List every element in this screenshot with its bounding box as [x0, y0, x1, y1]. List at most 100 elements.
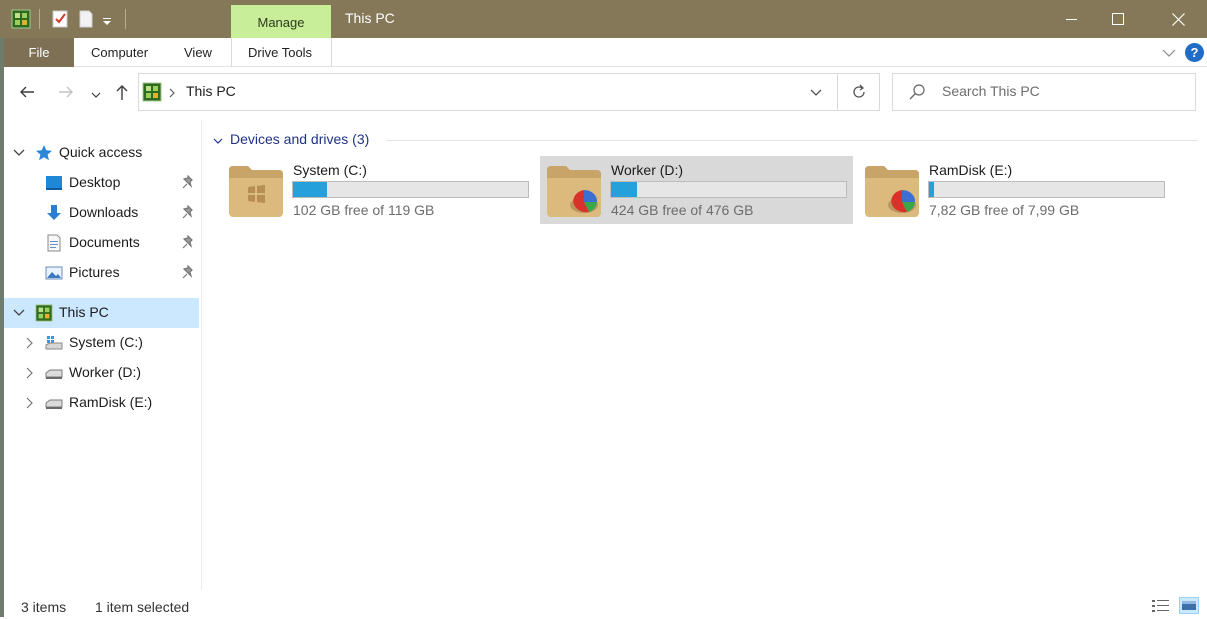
pin-icon[interactable] [181, 205, 195, 221]
properties-icon[interactable] [52, 10, 68, 28]
chevron-right-icon[interactable] [22, 396, 36, 410]
this-pc-icon [142, 82, 162, 102]
up-button[interactable] [112, 82, 132, 102]
back-arrow-icon [20, 86, 34, 98]
this-pc-app-icon[interactable] [11, 9, 31, 29]
desktop-icon [46, 176, 62, 190]
window-title: This PC [345, 10, 395, 26]
address-history-dropdown[interactable] [809, 86, 823, 98]
tab-manage[interactable]: Manage [231, 5, 331, 38]
drive-usage-bar [928, 181, 1165, 198]
details-view-icon [1152, 600, 1169, 612]
search-input[interactable] [892, 73, 1196, 111]
details-view-button[interactable] [1151, 598, 1171, 614]
chevron-right-icon[interactable] [22, 336, 36, 350]
nav-quick-access[interactable]: Quick access [4, 138, 199, 168]
drive-folder-pie-icon [547, 166, 601, 217]
nav-label: System (C:) [69, 334, 143, 350]
downloads-icon [47, 205, 61, 220]
refresh-icon [852, 84, 865, 98]
qat-separator [39, 9, 40, 29]
minimize-button[interactable] [1049, 0, 1095, 38]
tiles-view-icon [1182, 601, 1196, 610]
nav-label: Worker (D:) [69, 364, 142, 380]
chevron-right-icon[interactable] [22, 366, 36, 380]
search-placeholder: Search This PC [942, 83, 1040, 99]
group-divider [386, 140, 1198, 141]
new-folder-icon[interactable] [79, 10, 93, 28]
qat-dropdown-icon[interactable] [102, 14, 112, 25]
documents-icon [47, 234, 61, 252]
drive-usage-fill [929, 182, 934, 197]
group-collapse-icon[interactable] [212, 134, 224, 146]
windows-drive-folder-icon [229, 166, 283, 217]
drive-free-space: 102 GB free of 119 GB [293, 202, 435, 218]
help-icon: ? [1190, 45, 1199, 60]
pin-icon[interactable] [181, 265, 195, 281]
drive-usage-fill [293, 182, 327, 197]
breadcrumb-this-pc[interactable]: This PC [186, 83, 236, 99]
hard-drive-icon [45, 399, 63, 409]
breadcrumb-separator-icon[interactable] [168, 86, 176, 98]
hard-drive-icon [45, 369, 63, 379]
group-header-devices[interactable]: Devices and drives (3) [230, 131, 369, 147]
drive-folder-pie-icon [865, 166, 919, 217]
drive-tile-d[interactable]: Worker (D:) 424 GB free of 476 GB [540, 156, 853, 224]
chevron-down-icon[interactable] [12, 306, 26, 320]
address-bar[interactable] [138, 73, 838, 111]
forward-button[interactable] [56, 82, 76, 102]
nav-item-drive-e[interactable]: RamDisk (E:) [4, 388, 199, 418]
nav-item-drive-d[interactable]: Worker (D:) [4, 358, 199, 388]
nav-item-downloads[interactable]: Downloads [4, 198, 199, 228]
drive-tile-e[interactable]: RamDisk (E:) 7,82 GB free of 7,99 GB [858, 156, 1171, 224]
status-selection-count: 1 item selected [95, 599, 190, 615]
nav-item-documents[interactable]: Documents [4, 228, 199, 258]
tab-view[interactable]: View [184, 38, 212, 67]
chevron-down-icon[interactable] [12, 146, 26, 160]
tab-computer[interactable]: Computer [91, 38, 148, 67]
nav-label: This PC [59, 304, 109, 320]
nav-label: Downloads [69, 204, 139, 220]
close-icon [1171, 12, 1185, 26]
nav-this-pc[interactable]: This PC [4, 298, 199, 328]
close-button[interactable] [1155, 0, 1201, 38]
pin-icon[interactable] [181, 235, 195, 251]
nav-label: RamDisk (E:) [69, 394, 153, 410]
qat-separator [125, 9, 126, 29]
drive-free-space: 424 GB free of 476 GB [611, 202, 754, 218]
refresh-button[interactable] [837, 73, 880, 111]
drive-name: Worker (D:) [611, 162, 684, 178]
tab-drive-tools[interactable]: Drive Tools [248, 38, 312, 67]
maximize-button[interactable] [1095, 0, 1141, 38]
drive-free-space: 7,82 GB free of 7,99 GB [929, 202, 1080, 218]
nav-item-desktop[interactable]: Desktop [4, 168, 199, 198]
this-pc-icon [35, 304, 53, 322]
tiles-view-button[interactable] [1179, 597, 1199, 614]
tab-file[interactable]: File [4, 38, 74, 67]
expand-ribbon-icon[interactable] [1162, 46, 1176, 58]
pin-icon[interactable] [181, 175, 195, 191]
recent-locations-button[interactable] [90, 87, 102, 98]
drive-name: RamDisk (E:) [929, 162, 1013, 178]
chevron-down-icon [91, 92, 101, 98]
forward-arrow-icon [59, 86, 73, 98]
drive-tile-c[interactable]: System (C:) 102 GB free of 119 GB [222, 156, 535, 224]
back-button[interactable] [17, 82, 37, 102]
nav-label: Pictures [69, 264, 120, 280]
pictures-icon [45, 266, 63, 280]
nav-item-pictures[interactable]: Pictures [4, 258, 199, 288]
nav-label: Documents [69, 234, 140, 250]
nav-label: Desktop [69, 174, 121, 190]
star-icon [36, 145, 52, 161]
drive-usage-bar [610, 181, 847, 198]
title-bar [0, 0, 1207, 38]
chevron-down-icon [810, 89, 822, 96]
drive-usage-bar [292, 181, 529, 198]
nav-pane-divider[interactable] [201, 120, 202, 590]
nav-label: Quick access [59, 144, 143, 160]
system-drive-icon [45, 336, 63, 350]
status-item-count: 3 items [21, 599, 67, 615]
nav-item-drive-c[interactable]: System (C:) [4, 328, 199, 358]
minimize-icon [1066, 19, 1077, 20]
help-button[interactable]: ? [1185, 43, 1204, 62]
